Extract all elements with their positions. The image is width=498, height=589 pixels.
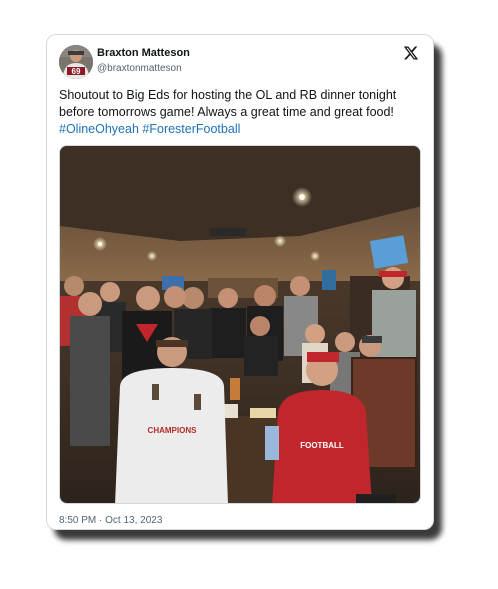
- author-handle[interactable]: @braxtonmatteson: [97, 63, 182, 74]
- x-logo-icon[interactable]: [403, 45, 419, 61]
- hashtag-link[interactable]: #OlineOhyeah: [59, 122, 139, 136]
- tweet-timestamp[interactable]: 8:50 PM · Oct 13, 2023: [59, 515, 162, 526]
- avatar-jersey-number: 69: [72, 67, 81, 76]
- tweet-body: Shoutout to Big Eds for hosting the OL a…: [59, 88, 397, 119]
- shirt-text-champions: CHAMPIONS: [148, 426, 198, 435]
- tweet-card[interactable]: 69 Braxton Matteson @braxtonmatteson Sho…: [46, 34, 434, 530]
- hashtag-link[interactable]: #ForesterFootball: [142, 122, 240, 136]
- avatar[interactable]: 69: [59, 45, 93, 79]
- tweet-photo[interactable]: CHAMPIONS FOOTBALL: [59, 145, 421, 504]
- author-display-name[interactable]: Braxton Matteson: [97, 47, 190, 59]
- shirt-text-football: FOOTBALL: [300, 441, 344, 450]
- tweet-text: Shoutout to Big Eds for hosting the OL a…: [59, 87, 423, 138]
